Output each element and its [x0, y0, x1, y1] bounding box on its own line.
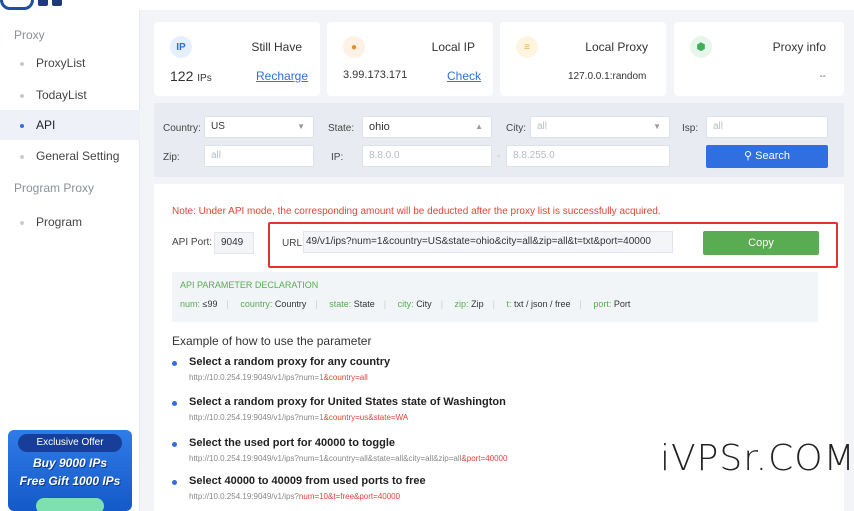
city-label: City:: [506, 123, 526, 134]
bullet-icon: [172, 480, 177, 485]
card-title: Local Proxy: [585, 40, 648, 54]
zip-label: Zip:: [163, 152, 180, 163]
examples-title: Example of how to use the parameter: [172, 334, 372, 348]
shield-icon: ⬢: [690, 36, 712, 58]
bullet-icon: [20, 62, 24, 66]
example-title: Select a random proxy for United States …: [189, 396, 506, 408]
country-label: Country:: [163, 123, 201, 134]
example-url[interactable]: http://10.0.254.19:9049/v1/ips?num=1&cou…: [189, 373, 368, 382]
sidebar-item-program[interactable]: Program: [0, 207, 140, 237]
bullet-icon: [172, 361, 177, 366]
ip-label: IP:: [331, 152, 344, 163]
sidebar-item-label: Program: [36, 215, 83, 229]
card-title: Still Have: [251, 40, 302, 54]
search-button[interactable]: ⚲ Search: [706, 145, 828, 168]
api-port-label: API Port:: [172, 237, 213, 248]
bullet-icon: [20, 155, 24, 159]
brand-logo-text: [38, 0, 98, 8]
chevron-down-icon: ▼: [297, 122, 305, 131]
sidebar-item-general-setting[interactable]: General Setting: [0, 141, 140, 171]
bullet-icon: [172, 442, 177, 447]
country-select[interactable]: US ▼: [204, 116, 314, 138]
state-label: State:: [328, 123, 355, 134]
state-select[interactable]: ohio ▲: [362, 116, 492, 138]
proxy-info-value: --: [819, 71, 826, 82]
globe-logo-icon: [0, 0, 34, 10]
proxy-info-card: ⬢ Proxy info --: [674, 22, 844, 96]
ip-icon: IP: [170, 36, 192, 58]
bullet-icon: [20, 94, 24, 98]
local-ip-value: 3.99.173.171: [343, 69, 408, 81]
local-ip-card: ● Local IP 3.99.173.171 Check: [327, 22, 493, 96]
ip-from-input[interactable]: 8.8.0.0: [362, 145, 492, 167]
promo-line-1: Buy 9000 IPs: [32, 456, 108, 470]
bullet-icon: [172, 401, 177, 406]
example-title: Select the used port for 40000 to toggle: [189, 437, 395, 449]
ip-count: 122 IPs: [170, 68, 212, 84]
chevron-down-icon: ▼: [653, 122, 661, 131]
promo-button[interactable]: [36, 498, 104, 511]
server-icon: ≡: [516, 36, 538, 58]
recharge-link[interactable]: Recharge: [256, 69, 308, 83]
params-title: API PARAMETER DECLARATION: [180, 280, 319, 290]
params-row: num: ≤99 | country: Country | state: State…: [180, 299, 631, 309]
url-label: URL:: [282, 238, 305, 249]
local-proxy-card: ≡ Local Proxy 127.0.0.1:random: [500, 22, 666, 96]
sidebar-item-api[interactable]: API: [0, 110, 140, 140]
api-url-field[interactable]: 49/v1/ips?num=1&country=US&state=ohio&ci…: [303, 231, 673, 253]
local-proxy-value: 127.0.0.1:random: [568, 71, 647, 82]
location-pin-icon: ●: [343, 36, 365, 58]
top-bar: [0, 0, 854, 10]
copy-button[interactable]: Copy: [703, 231, 819, 255]
promo-badge: Exclusive Offer: [18, 434, 122, 452]
bullet-icon: [20, 124, 24, 128]
promo-banner[interactable]: Exclusive Offer Buy 9000 IPs Free Gift 1…: [8, 430, 132, 511]
sidebar-item-label: TodayList: [36, 88, 87, 102]
ip-to-input[interactable]: 8.8.255.0: [506, 145, 670, 167]
promo-line-2: Free Gift 1000 IPs: [19, 474, 121, 488]
card-title: Proxy info: [772, 40, 826, 54]
sidebar-group-proxy: Proxy: [14, 28, 45, 42]
sidebar-item-todaylist[interactable]: TodayList: [0, 80, 140, 110]
bullet-icon: [20, 221, 24, 225]
chevron-up-icon: ▲: [475, 122, 483, 131]
zip-input[interactable]: all: [204, 145, 314, 167]
card-title: Local IP: [431, 40, 475, 54]
example-title: Select 40000 to 40009 from used ports to…: [189, 475, 426, 487]
sidebar-item-label: API: [36, 118, 56, 132]
sidebar-item-label: ProxyList: [36, 56, 86, 70]
example-url[interactable]: http://10.0.254.19:9049/v1/ips?num=1&cou…: [189, 413, 408, 422]
ip-balance-card: IP Still Have 122 IPs Recharge: [154, 22, 320, 96]
sidebar-item-proxylist[interactable]: ProxyList: [0, 48, 140, 78]
sidebar-item-label: General Setting: [36, 149, 120, 163]
example-url[interactable]: http://10.0.254.19:9049/v1/ips?num=10&t=…: [189, 492, 400, 501]
ip-range-dash: -: [497, 151, 501, 162]
isp-input[interactable]: all: [706, 116, 828, 138]
api-note: Note: Under API mode, the corresponding …: [172, 206, 661, 217]
city-select[interactable]: all ▼: [530, 116, 670, 138]
api-port-input[interactable]: 9049: [214, 232, 254, 254]
search-icon: ⚲: [744, 150, 753, 162]
sidebar-group-program-proxy: Program Proxy: [14, 181, 95, 195]
isp-label: Isp:: [682, 123, 699, 134]
example-title: Select a random proxy for any country: [189, 356, 391, 368]
watermark: iVPSr.COM: [660, 438, 854, 479]
api-parameter-panel: API PARAMETER DECLARATION num: ≤99 | coun…: [172, 272, 818, 322]
example-url[interactable]: http://10.0.254.19:9049/v1/ips?num=1&cou…: [189, 454, 507, 463]
check-link[interactable]: Check: [447, 69, 481, 83]
